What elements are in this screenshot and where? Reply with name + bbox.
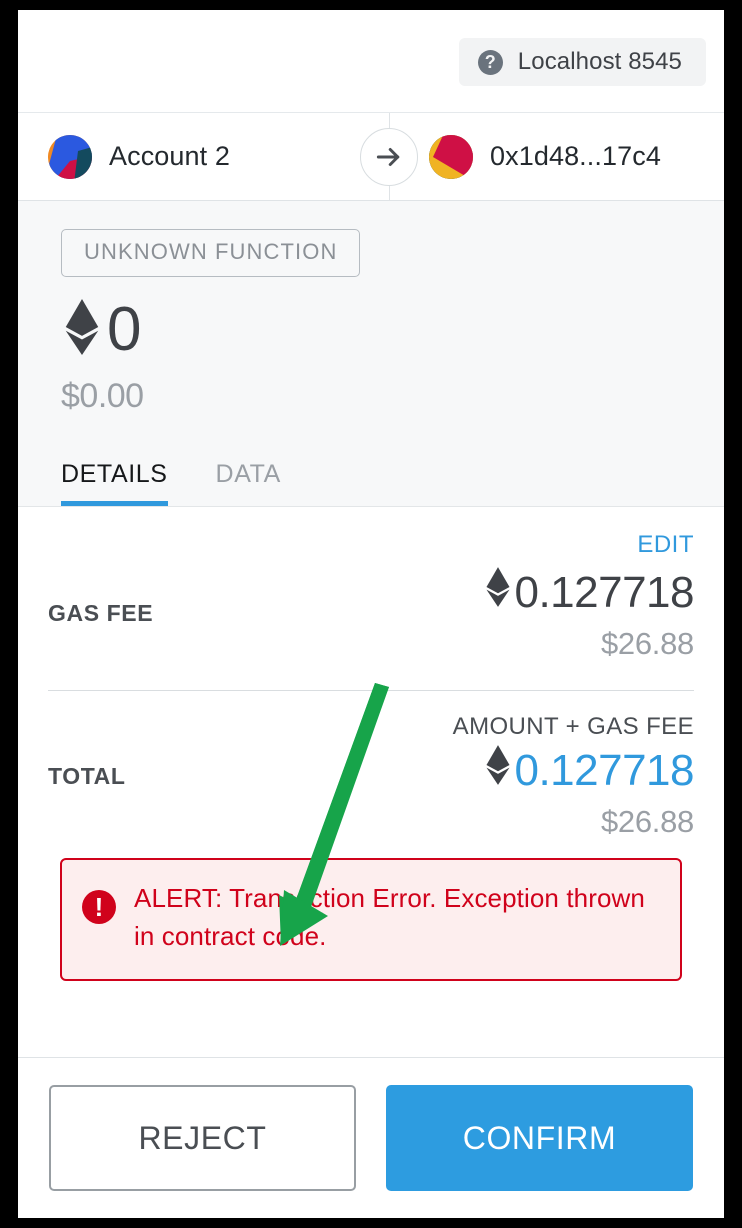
ethereum-icon: [484, 565, 512, 620]
transaction-error-alert: ! ALERT: Transaction Error. Exception th…: [60, 858, 682, 982]
gas-fee-label: GAS FEE: [48, 600, 154, 626]
confirm-button[interactable]: CONFIRM: [386, 1085, 693, 1191]
total-values: AMOUNT + GAS FEE 0.127718 $26.88: [452, 713, 695, 840]
gas-fee-values: 0.127718 $26.88: [484, 565, 694, 662]
total-sub-label: AMOUNT + GAS FEE: [452, 713, 694, 740]
gas-fee-fiat: $26.88: [600, 626, 694, 661]
question-mark-icon: ?: [477, 49, 503, 75]
screenshot-frame: ? Localhost 8545 Account 2 0x1d48...17c4…: [0, 0, 742, 1228]
sender-name: Account 2: [109, 141, 230, 171]
divider-bottom: [389, 185, 390, 200]
gas-fee-value: 0.127718: [514, 567, 694, 617]
gas-fee-amount: 0.127718: [484, 565, 694, 620]
alert-message: ALERT: Transaction Error. Exception thro…: [134, 883, 645, 951]
exclamation-icon: !: [82, 890, 116, 924]
amount-value: 0: [107, 294, 141, 364]
tab-bar: DETAILS DATA: [18, 450, 724, 506]
sender-account[interactable]: Account 2: [18, 134, 343, 179]
function-tag: UNKNOWN FUNCTION: [61, 229, 361, 277]
metamask-confirmation-window: ? Localhost 8545 Account 2 0x1d48...17c4…: [18, 10, 724, 1218]
ethereum-icon: [484, 743, 512, 798]
total-row: TOTAL AMOUNT + GAS FEE 0.127718 $26.88: [48, 691, 694, 840]
details-panel: EDIT GAS FEE 0.127718 $26.88 TOTAL AMOUN…: [18, 507, 724, 982]
gas-fee-row: GAS FEE 0.127718 $26.88: [48, 559, 694, 662]
arrow-right-icon: [360, 128, 418, 186]
sender-avatar: [48, 134, 92, 179]
amount-row: 0: [61, 296, 724, 363]
network-selector[interactable]: ? Localhost 8545: [458, 38, 706, 86]
amount-fiat: $0.00: [61, 377, 144, 415]
transaction-summary: UNKNOWN FUNCTION 0 $0.00 DETAILS DATA: [18, 201, 724, 507]
reject-button[interactable]: REJECT: [49, 1085, 356, 1191]
footer-actions: REJECT CONFIRM: [18, 1057, 724, 1218]
tab-data[interactable]: DATA: [216, 460, 281, 506]
divider-top: [389, 113, 390, 128]
edit-gas-button[interactable]: EDIT: [48, 507, 694, 559]
network-bar: ? Localhost 8545: [18, 10, 724, 113]
ethereum-icon: [61, 296, 103, 363]
total-label: TOTAL: [48, 763, 126, 789]
total-value: 0.127718: [514, 745, 694, 795]
recipient-address: 0x1d48...17c4: [490, 141, 661, 171]
tab-details[interactable]: DETAILS: [61, 460, 168, 506]
total-fiat: $26.88: [600, 804, 694, 839]
recipient-avatar: [429, 134, 473, 179]
transfer-parties-bar: Account 2 0x1d48...17c4: [18, 113, 724, 201]
network-label: Localhost 8545: [517, 48, 682, 75]
total-amount: 0.127718: [453, 743, 694, 798]
